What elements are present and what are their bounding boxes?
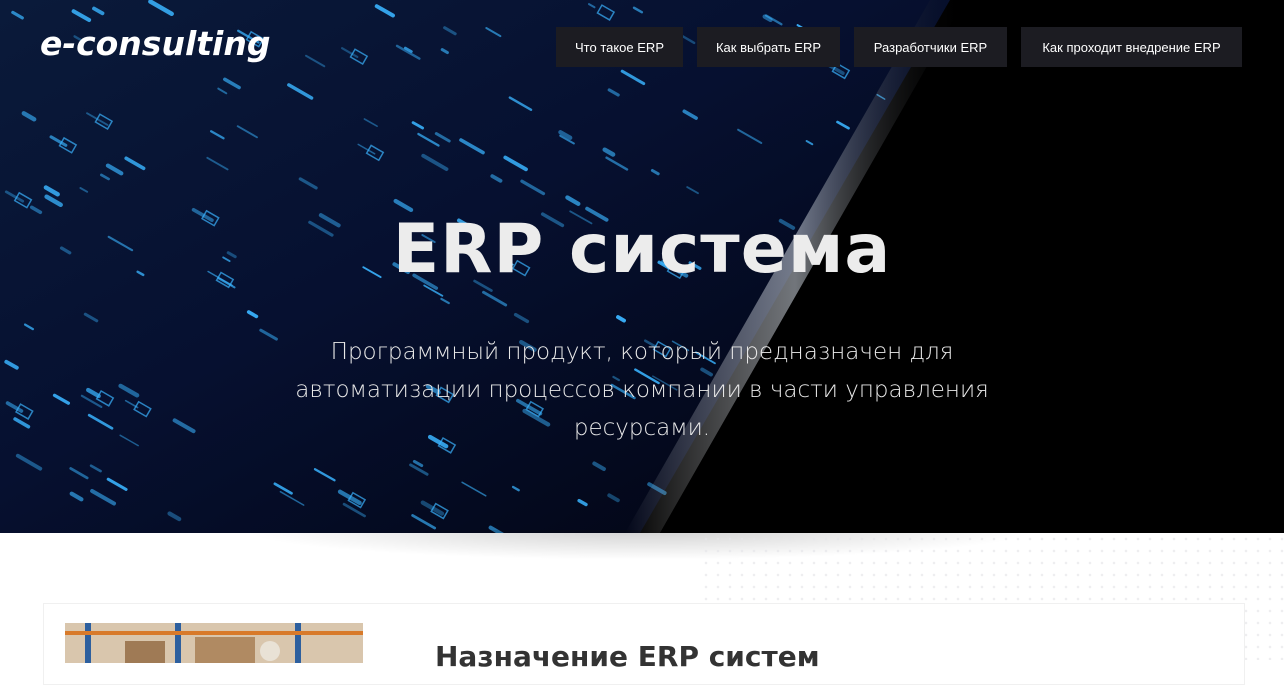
warehouse-photo — [65, 623, 363, 663]
hero-subtitle: Программный продукт, который предназначе… — [292, 333, 992, 447]
hero-banner: e-consulting Что такое ERP Как выбрать E… — [0, 0, 1284, 533]
hero-title: ERP система — [392, 210, 892, 289]
section-title: Назначение ERP систем — [435, 640, 820, 673]
nav-what-is-erp[interactable]: Что такое ERP — [556, 27, 683, 67]
hero-subtitle-line: автоматизации процессов компании в части… — [295, 377, 989, 403]
nav-how-to-choose-erp[interactable]: Как выбрать ERP — [697, 27, 840, 67]
hero-subtitle-line: ресурсами. — [573, 415, 711, 441]
nav-erp-implementation[interactable]: Как проходит внедрение ERP — [1021, 27, 1242, 67]
nav-erp-developers[interactable]: Разработчики ERP — [854, 27, 1007, 67]
main-nav: Что такое ERP Как выбрать ERP Разработчи… — [0, 27, 1284, 67]
hero-subtitle-line: Программный продукт, который предназначе… — [330, 339, 954, 365]
